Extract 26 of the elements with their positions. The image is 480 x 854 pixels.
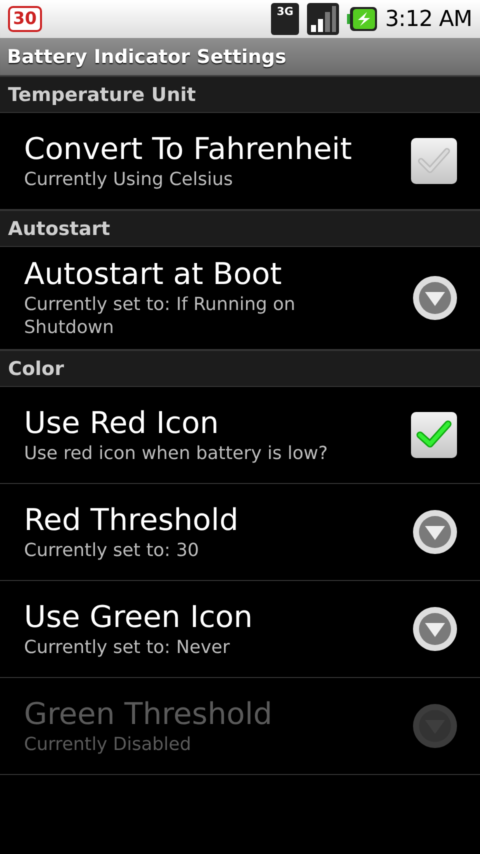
preference-summary: Currently set to: Never: [24, 636, 231, 658]
screen-title: Battery Indicator Settings: [0, 38, 480, 76]
preference-title: Convert To Fahrenheit: [24, 132, 353, 168]
preference-row[interactable]: Use Green Icon Currently set to: Never: [0, 581, 480, 678]
section-header: Color: [0, 350, 480, 387]
battery-level-icon: 30: [8, 6, 42, 32]
preference-title: Red Threshold: [24, 502, 240, 538]
section-header: Autostart: [0, 210, 480, 247]
preference-summary: Currently set to: 30: [24, 538, 200, 562]
preference-title: Use Red Icon: [24, 406, 220, 442]
checkbox[interactable]: [410, 137, 458, 185]
section-header: Temperature Unit: [0, 76, 480, 113]
preference-title: Green Threshold: [24, 696, 274, 732]
charging-battery-icon: [347, 6, 378, 32]
preference-title: Use Green Icon: [24, 600, 254, 636]
checkbox[interactable]: [410, 411, 458, 459]
preference-summary: Use red icon when battery is low?: [24, 442, 329, 464]
preference-title: Autostart at Boot: [24, 257, 283, 293]
preference-summary: Currently Disabled: [24, 732, 192, 756]
preference-summary: Currently Using Celsius: [24, 168, 234, 190]
preference-summary: Currently set to: If Running on Shutdown: [24, 293, 296, 339]
network-type-icon: 3G: [271, 3, 300, 35]
signal-icon: [307, 3, 340, 35]
preference-row[interactable]: Red Threshold Currently set to: 30: [0, 484, 480, 581]
preference-row[interactable]: Use Red Icon Use red icon when battery is low?: [0, 387, 480, 484]
clock-text: 3:12 AM: [385, 6, 472, 34]
